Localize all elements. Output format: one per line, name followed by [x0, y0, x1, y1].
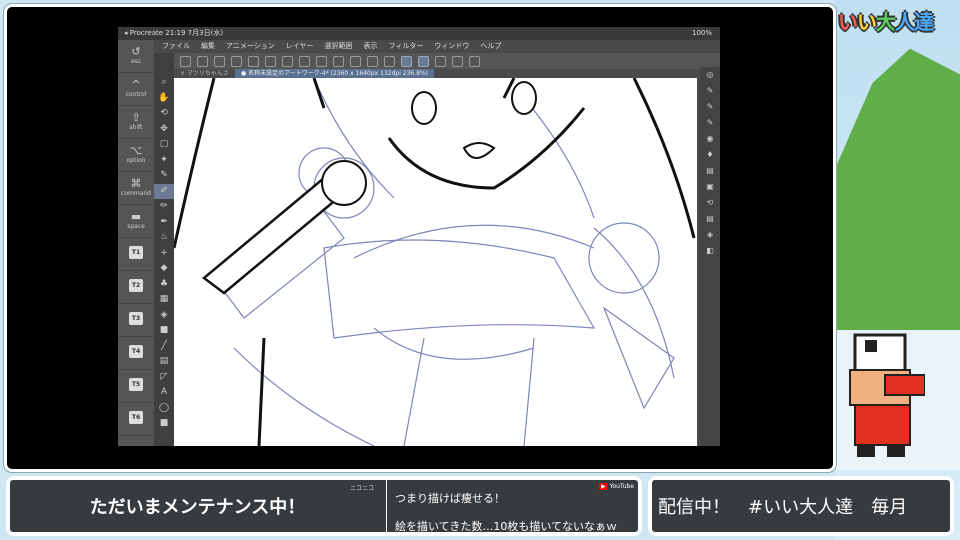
command-bar: [174, 53, 720, 69]
magic-wand-icon[interactable]: ✦: [154, 153, 174, 169]
youtube-label: ▶ YouTube: [598, 483, 634, 490]
pencil-tool-icon[interactable]: ✏: [154, 199, 174, 215]
chat-comment: つまり描けば痩せる！: [395, 492, 505, 505]
youtube-icon: ▶: [598, 483, 608, 490]
ruler-tool-icon[interactable]: ◸: [154, 370, 174, 386]
ticker-panel: 配信中！ #いい大人達 毎月: [648, 476, 954, 536]
navigator-icon[interactable]: ◎: [700, 67, 720, 83]
channel-logo: いい大人達: [838, 10, 934, 34]
menu-view[interactable]: 表示: [364, 40, 378, 53]
ipad-status-bar: ◂ Procreate 21:19 7月3日(水) 100%: [118, 27, 720, 40]
snap-grid-icon[interactable]: [435, 55, 446, 67]
key-t3[interactable]: T3: [118, 304, 154, 337]
fill-icon[interactable]: [333, 55, 344, 67]
menu-window[interactable]: ウィンドウ: [434, 40, 469, 53]
color-slider-icon[interactable]: ▤: [700, 163, 720, 179]
key-t1[interactable]: T1: [118, 238, 154, 271]
key-shift[interactable]: ⇧ shift: [118, 106, 154, 139]
device-icon[interactable]: [452, 55, 463, 67]
save-icon[interactable]: [231, 55, 242, 67]
fill-tool-icon[interactable]: ◈: [154, 308, 174, 324]
hand-tool-icon[interactable]: ✋: [154, 91, 174, 107]
zoom-tool-icon[interactable]: ⌕: [154, 75, 174, 91]
brush-size-icon[interactable]: ✎: [700, 115, 720, 131]
layer-icon[interactable]: ◈: [700, 227, 720, 243]
color-wheel-icon[interactable]: ◉: [700, 131, 720, 147]
color-set-icon[interactable]: ♦: [700, 147, 720, 163]
invert-icon[interactable]: [384, 55, 395, 67]
sketch-drawing: [174, 78, 696, 446]
export-icon[interactable]: [248, 55, 259, 67]
niconico-label: ニコニコ: [350, 485, 375, 492]
rotate-tool-icon[interactable]: ⟲: [154, 106, 174, 122]
key-option[interactable]: ⌥ option: [118, 139, 154, 172]
settings-icon[interactable]: [299, 55, 310, 67]
deselect-icon[interactable]: [367, 55, 378, 67]
crop-icon[interactable]: [350, 55, 361, 67]
sub-tool-icon[interactable]: ✎: [700, 83, 720, 99]
right-toolbar: ◎ ✎ ✎ ✎ ◉ ♦ ▤ ▣ ⟲ ▤ ◈ ◧: [700, 67, 720, 446]
new-icon[interactable]: [197, 55, 208, 67]
help-icon[interactable]: [469, 55, 480, 67]
clear-icon[interactable]: [316, 55, 327, 67]
menu-help[interactable]: ヘルプ: [480, 40, 501, 53]
history-icon[interactable]: ⟲: [700, 195, 720, 211]
key-t2[interactable]: T2: [118, 271, 154, 304]
pixel-character-mascot: [849, 333, 925, 457]
grid-tool-icon[interactable]: ▦: [154, 292, 174, 308]
key-command[interactable]: ⌘ command: [118, 172, 154, 205]
chat-comment: 絵を描いてきた数…10枚も描いてないなぁｗ: [395, 520, 618, 533]
menu-bar: ファイル 編集 アニメーション レイヤー 選択範囲 表示 フィルター ウィンドウ…: [156, 40, 720, 53]
intermediate-color-icon[interactable]: ▣: [700, 179, 720, 195]
drawing-canvas[interactable]: [174, 78, 697, 446]
blend-icon[interactable]: ♣: [154, 277, 174, 293]
redo-icon[interactable]: [282, 55, 293, 67]
airbrush-icon[interactable]: ♨: [154, 230, 174, 246]
pen-tool-icon[interactable]: ✐: [154, 183, 174, 199]
key-t6[interactable]: T6: [118, 403, 154, 436]
ticker-text: 配信中！ #いい大人達 毎月: [658, 497, 908, 518]
clip-studio-window: ◂ Procreate 21:19 7月3日(水) 100% ファイル 編集 アニ…: [118, 27, 720, 446]
snap-special-icon[interactable]: [418, 55, 429, 67]
eyedropper-icon[interactable]: ✎: [154, 168, 174, 184]
decoration-icon[interactable]: +: [154, 246, 174, 262]
menu-selection[interactable]: 選択範囲: [325, 40, 353, 53]
move-tool-icon[interactable]: ✥: [154, 122, 174, 138]
key-t5[interactable]: T5: [118, 370, 154, 403]
comment-panel: ただいまメンテナンス中！ ニコニコ ▶ YouTube つまり描けば痩せる！ 絵を…: [6, 476, 642, 536]
brush-tool-icon[interactable]: ✒: [154, 215, 174, 231]
open-icon[interactable]: [214, 55, 225, 67]
menu-layer[interactable]: レイヤー: [286, 40, 314, 53]
menu-icon[interactable]: [180, 55, 191, 67]
color-swatch-icon[interactable]: ■: [154, 416, 174, 432]
key-t4[interactable]: T4: [118, 337, 154, 370]
menu-filter[interactable]: フィルター: [389, 40, 424, 53]
undo-icon[interactable]: [265, 55, 276, 67]
maintenance-title: ただいまメンテナンス中！: [89, 497, 306, 518]
eraser-icon[interactable]: ◆: [154, 261, 174, 277]
line-tool-icon[interactable]: ╱: [154, 339, 174, 355]
key-space[interactable]: ▬ space: [118, 205, 154, 238]
gradient-icon[interactable]: ■: [154, 323, 174, 339]
material-icon[interactable]: ◧: [700, 243, 720, 259]
menu-edit[interactable]: 編集: [201, 40, 215, 53]
divider: [386, 480, 387, 532]
tool-property-icon[interactable]: ✎: [700, 99, 720, 115]
balloon-tool-icon[interactable]: ◯: [154, 401, 174, 417]
layer-property-icon[interactable]: ▤: [700, 211, 720, 227]
key-esc[interactable]: ↺ esc: [118, 40, 154, 73]
frame-tool-icon[interactable]: ▤: [154, 354, 174, 370]
text-tool-icon[interactable]: A: [154, 385, 174, 401]
edge-keyboard: ↺ esc ^ control ⇧ shift ⌥ option ⌘ command ▬ s…: [118, 40, 154, 446]
tool-palette: ⌕ ✋ ⟲ ✥ ▢ ✦ ✎ ✐ ✏ ✒ ♨ + ◆ ♣ ▦ ◈ ■ ╱ ▤ ◸ A ◯ ■: [154, 53, 174, 446]
menu-file[interactable]: ファイル: [162, 40, 190, 53]
key-control[interactable]: ^ control: [118, 73, 154, 106]
menu-animation[interactable]: アニメーション: [226, 40, 275, 53]
snap-ruler-icon[interactable]: [401, 55, 412, 67]
selection-tool-icon[interactable]: ▢: [154, 137, 174, 153]
